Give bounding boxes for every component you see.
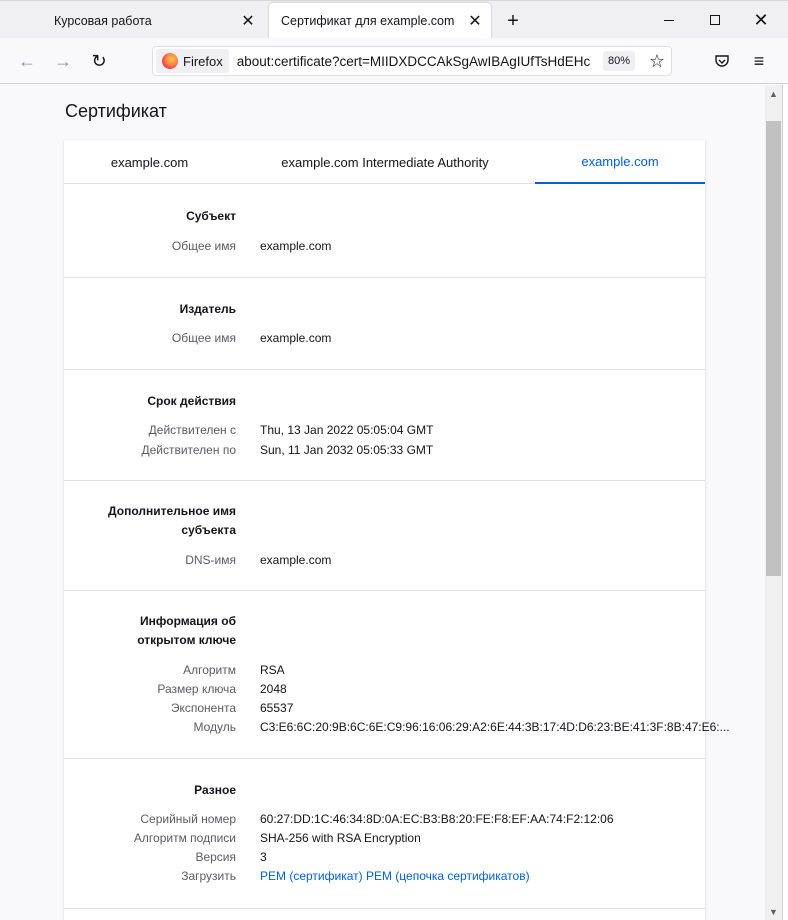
row-value: Thu, 13 Jan 2022 05:05:04 GMT — [260, 423, 434, 437]
tab-title: Сертификат для example.com — [281, 14, 455, 28]
info-row: Экспонента 65537 — [64, 699, 705, 718]
info-row: Общее имя example.com — [64, 237, 705, 256]
certificate-tabs: example.com example.com Intermediate Aut… — [64, 140, 705, 184]
info-row: Алгоритм подписи SHA-256 with RSA Encryp… — [64, 829, 705, 848]
section-title: Издатель — [179, 302, 236, 316]
section-misc: Разное Серийный номер 60:27:DD:1C:46:34:… — [64, 759, 705, 909]
row-label: Версия — [195, 850, 236, 864]
url-bar[interactable]: Firefox about:certificate?cert=MIIDXDCCA… — [152, 46, 672, 76]
identity-box[interactable]: Firefox — [156, 49, 229, 73]
info-row: Версия 3 — [64, 848, 705, 867]
download-row: Загрузить PEM (сертификат) PEM (цепочка … — [64, 867, 705, 886]
row-value: C3:E6:6C:20:9B:6C:6E:C9:96:16:06:29:A2:6… — [260, 720, 730, 734]
firefox-logo-icon — [162, 53, 178, 69]
close-icon[interactable]: ✕ — [463, 9, 487, 33]
scroll-down-arrow-icon[interactable]: ▼ — [765, 903, 782, 920]
url-text[interactable]: about:certificate?cert=MIIDXDCCAkSgAwIBA… — [237, 54, 592, 69]
maximize-icon — [710, 15, 720, 25]
row-label: Общее имя — [171, 331, 236, 345]
app-menu-button[interactable]: ≡ — [746, 48, 772, 74]
row-label: Загрузить — [181, 869, 236, 883]
zoom-indicator[interactable]: 80% — [603, 51, 636, 71]
browser-tab-coursework[interactable]: Курсовая работа ✕ — [42, 3, 264, 39]
row-label: DNS-имя — [185, 553, 236, 567]
row-label: Экспонента — [170, 701, 236, 715]
tab-cert-leaf[interactable]: example.com — [64, 140, 235, 184]
row-label: Алгоритм подписи — [133, 831, 236, 845]
forward-button[interactable]: → — [49, 47, 77, 75]
reload-button[interactable]: ↻ — [85, 47, 113, 75]
info-row: Действителен по Sun, 11 Jan 2032 05:05:3… — [64, 441, 705, 460]
certificate-card: example.com example.com Intermediate Aut… — [64, 140, 730, 920]
minimize-button[interactable] — [646, 1, 692, 39]
identity-label: Firefox — [183, 53, 223, 69]
info-row: Размер ключа 2048 — [64, 680, 705, 699]
row-label: Действителен с — [148, 423, 236, 437]
section-validity: Срок действия Действителен с Thu, 13 Jan… — [64, 370, 705, 481]
section-subject-alt-name: Дополнительное имя субъекта DNS-имя exam… — [64, 481, 705, 591]
section-title: Срок действия — [147, 394, 236, 408]
row-value: example.com — [260, 239, 332, 253]
row-label: Общее имя — [171, 239, 236, 253]
pocket-button[interactable] — [709, 48, 735, 74]
row-value: 65537 — [260, 701, 294, 715]
scrollbar-thumb[interactable] — [766, 121, 781, 576]
section-subject: Субъект Общее имя example.com — [64, 185, 705, 278]
section-title: Субъект — [186, 209, 236, 223]
bookmark-star-icon[interactable]: ☆ — [645, 49, 669, 73]
download-links: PEM (сертификат) PEM (цепочка сертификат… — [260, 867, 530, 886]
info-row: Серийный номер 60:27:DD:1C:46:34:8D:0A:E… — [64, 810, 705, 829]
section-issuer: Издатель Общее имя example.com — [64, 278, 705, 370]
section-title: Дополнительное имя субъекта — [86, 502, 236, 540]
window-close-button[interactable]: ✕ — [738, 1, 784, 39]
section-title-line: Дополнительное имя — [108, 504, 236, 518]
page-content: Сертификат example.com example.com Inter… — [0, 85, 765, 920]
section-title-line: субъекта — [181, 523, 236, 537]
back-button[interactable]: ← — [13, 47, 41, 75]
row-value: RSA — [260, 663, 285, 677]
section-title-line: открытом ключе — [137, 633, 236, 647]
row-value: 2048 — [260, 682, 287, 696]
section-public-key: Информация об открытом ключе Алгоритм RS… — [64, 591, 730, 759]
section-title: Разное — [194, 783, 236, 797]
section-title: Информация об открытом ключе — [86, 612, 236, 650]
download-pem-cert-link[interactable]: PEM (сертификат) — [260, 869, 363, 883]
minimize-icon — [664, 19, 674, 21]
download-pem-chain-link[interactable]: PEM (цепочка сертификатов) — [366, 869, 530, 883]
scroll-up-arrow-icon[interactable]: ▲ — [765, 85, 782, 102]
vertical-scrollbar[interactable]: ▲ ▼ — [765, 85, 782, 920]
row-value: 60:27:DD:1C:46:34:8D:0A:EC:B3:B8:20:FE:F… — [260, 812, 614, 826]
row-value: example.com — [260, 553, 332, 567]
info-row: Алгоритм RSA — [64, 661, 705, 680]
new-tab-button[interactable]: + — [500, 8, 526, 34]
info-row: Модуль C3:E6:6C:20:9B:6C:6E:C9:96:16:06:… — [64, 718, 729, 737]
tab-strip: Курсовая работа ✕ Сертификат для example… — [0, 0, 788, 39]
tab-cert-root[interactable]: example.com — [535, 140, 705, 184]
row-label: Действителен по — [141, 443, 236, 457]
info-row: Действителен с Thu, 13 Jan 2022 05:05:04… — [64, 421, 705, 440]
pocket-icon — [715, 55, 729, 67]
row-value: 3 — [260, 850, 267, 864]
maximize-button[interactable] — [692, 1, 738, 39]
page-title: Сертификат — [65, 101, 167, 121]
row-value: example.com — [260, 331, 332, 345]
row-label: Алгоритм — [183, 663, 236, 677]
row-value: Sun, 11 Jan 2032 05:05:33 GMT — [260, 443, 434, 457]
browser-tab-certificate[interactable]: Сертификат для example.com ✕ — [269, 3, 491, 39]
row-value: SHA-256 with RSA Encryption — [260, 831, 421, 845]
tab-cert-intermediate[interactable]: example.com Intermediate Authority — [235, 140, 535, 184]
row-label: Размер ключа — [157, 682, 236, 696]
background-window-edge — [782, 85, 788, 920]
navigation-toolbar: ← → ↻ Firefox about:certificate?cert=MII… — [0, 38, 788, 84]
info-row: DNS-имя example.com — [64, 551, 705, 570]
row-label: Серийный номер — [140, 812, 236, 826]
row-label: Модуль — [193, 720, 236, 734]
tab-title: Курсовая работа — [54, 14, 152, 28]
section-title-line: Информация об — [140, 614, 236, 628]
info-row: Общее имя example.com — [64, 329, 705, 348]
close-icon[interactable]: ✕ — [236, 9, 260, 33]
